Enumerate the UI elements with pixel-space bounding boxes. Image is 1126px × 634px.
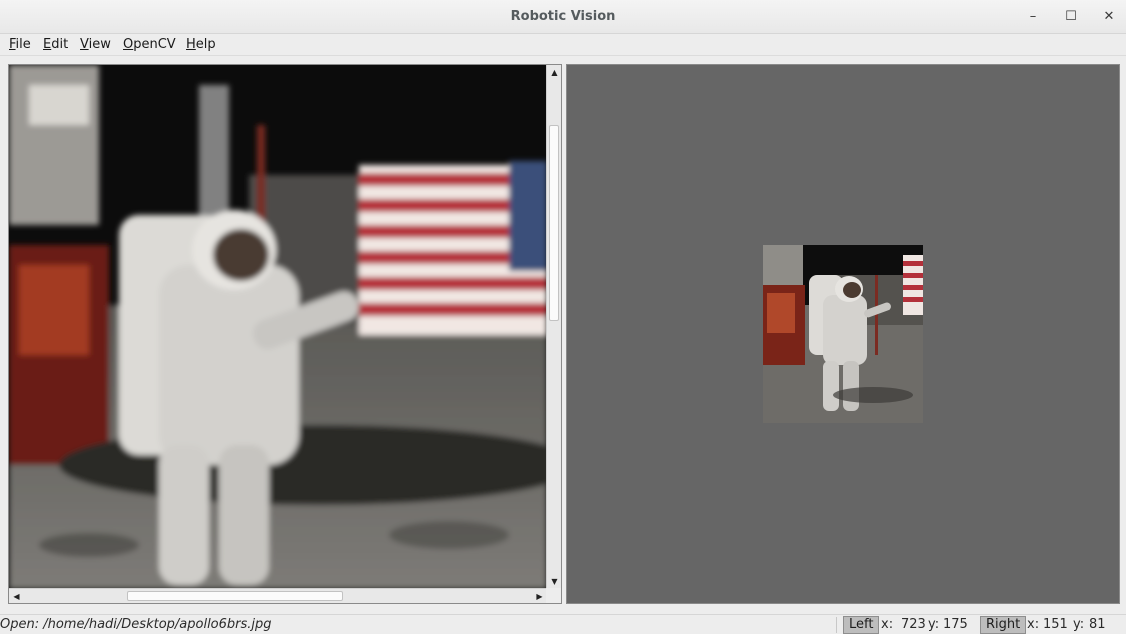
title-bar: Robotic Vision – ☐ ✕: [0, 0, 1126, 34]
menu-bar: File Edit View OpenCV Help: [0, 34, 1126, 56]
menu-opencv[interactable]: OpenCV: [123, 37, 176, 52]
close-button[interactable]: ✕: [1098, 7, 1120, 27]
menu-opencv-label: penCV: [133, 37, 176, 52]
menu-view-label: iew: [88, 37, 111, 52]
menu-help-mnemonic: H: [186, 37, 196, 52]
left-y-label: y:: [928, 617, 940, 632]
menu-edit-mnemonic: E: [43, 37, 52, 52]
status-bar: Open: /home/hadi/Desktop/apollo6brs.jpg …: [0, 614, 1126, 634]
horizontal-scrollbar[interactable]: ◀ ▶: [9, 588, 547, 603]
menu-view[interactable]: View: [80, 37, 111, 52]
status-divider: [836, 617, 837, 633]
vertical-scrollbar[interactable]: ▲ ▼: [546, 65, 561, 589]
right-y-label: y:: [1073, 617, 1085, 632]
scroll-left-icon[interactable]: ◀: [9, 589, 24, 603]
left-x-label: x:: [881, 617, 894, 632]
menu-edit-label: dit: [51, 37, 69, 52]
menu-file[interactable]: File: [9, 37, 31, 52]
vertical-scroll-thumb[interactable]: [549, 125, 559, 321]
right-image-view[interactable]: [566, 64, 1120, 604]
scroll-up-icon[interactable]: ▲: [547, 65, 561, 80]
menu-help-label: elp: [195, 37, 216, 52]
right-y-value: 81: [1089, 617, 1106, 632]
right-x-label: x:: [1027, 617, 1040, 632]
menu-opencv-mnemonic: O: [123, 37, 134, 52]
left-y-value: 175: [943, 617, 968, 632]
menu-file-label: ile: [15, 37, 31, 52]
maximize-button[interactable]: ☐: [1060, 7, 1082, 27]
zoomed-photo-graphic: [9, 65, 547, 589]
right-x-value: 151: [1043, 617, 1068, 632]
scroll-right-icon[interactable]: ▶: [532, 589, 547, 603]
left-image-view[interactable]: ▲ ▼ ◀ ▶: [8, 64, 562, 604]
menu-view-mnemonic: V: [80, 37, 89, 52]
scroll-corner: [546, 588, 561, 603]
window-title: Robotic Vision: [510, 9, 616, 24]
scroll-down-icon[interactable]: ▼: [547, 574, 561, 589]
horizontal-scroll-thumb[interactable]: [127, 591, 343, 601]
minimize-button[interactable]: –: [1022, 7, 1044, 27]
menu-edit[interactable]: Edit: [43, 37, 68, 52]
left-coord-label: Left: [843, 616, 880, 634]
left-x-value: 723: [901, 617, 926, 632]
right-coord-label: Right: [980, 616, 1027, 634]
full-image[interactable]: [763, 245, 923, 423]
full-photo-graphic: [763, 245, 923, 423]
menu-help[interactable]: Help: [186, 37, 216, 52]
zoomed-image[interactable]: [9, 65, 547, 589]
status-message: Open: /home/hadi/Desktop/apollo6brs.jpg: [0, 617, 272, 632]
